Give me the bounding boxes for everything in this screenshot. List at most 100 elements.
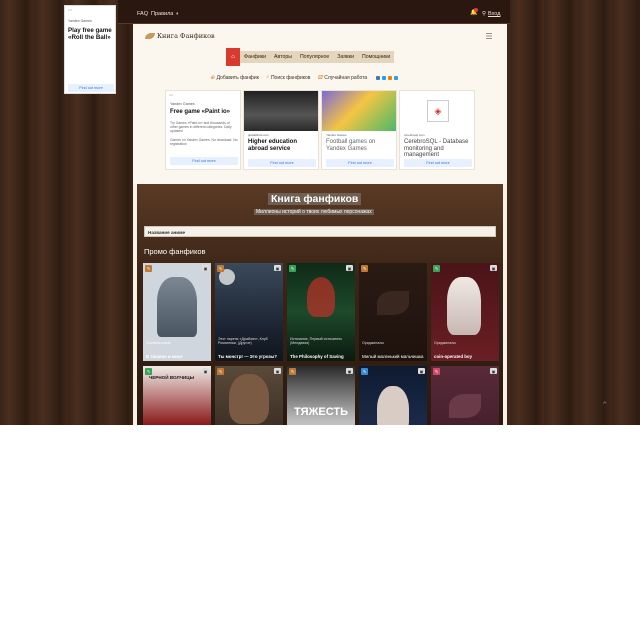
pencil-icon: ✎ xyxy=(289,368,296,375)
add-fanfic-link[interactable]: ⊕ Добавить фанфик xyxy=(210,74,259,81)
hero-section: Книга фанфиков Миллионы историй о твоих … xyxy=(137,184,503,425)
ad-desc: Try Games «Paint.io» and thousands of ot… xyxy=(170,121,232,133)
ad-title: CerebroSQL - Database monitoring and man… xyxy=(404,139,469,158)
camera-icon: ▣ xyxy=(346,265,353,271)
ad-source: Yandex Games xyxy=(326,133,347,137)
main-container: Книга Фанфиков ⌂ Фанфики Авторы Популярн… xyxy=(133,24,507,425)
faq-link[interactable]: FAQ xyxy=(137,11,148,17)
random-work-link[interactable]: ⚄ Случайная работа xyxy=(317,74,367,81)
camera-icon: ▣ xyxy=(346,368,353,374)
random-work-label: Случайная работа xyxy=(324,74,368,81)
fanfic-card[interactable]: ✎ ▣ Этот парень «Драйзин», Клуб Романтик… xyxy=(215,263,283,361)
search-fanfic-label: Поиск фанфиков xyxy=(270,74,311,81)
pencil-icon: ✎ xyxy=(361,368,368,375)
ad-brand: Yandex Games xyxy=(170,102,195,106)
ad-image xyxy=(244,91,318,131)
sub-nav: ⊕ Добавить фанфик ⌕ Поиск фанфиков ⚄ Случай… xyxy=(210,74,399,81)
fanfic-card[interactable]: ✎ Ориджиналы Милый маленький мальчишка xyxy=(359,263,427,361)
theme-toggle-icon[interactable]: ◐ xyxy=(176,11,179,17)
card-title: Милый маленький мальчишка xyxy=(362,354,424,359)
pencil-icon: ✎ xyxy=(145,265,152,272)
card-title: В тишине и мисе xyxy=(146,354,183,359)
rules-link[interactable]: Правила xyxy=(151,11,173,17)
ad-label: Ad xyxy=(169,93,173,97)
pencil-icon: ✎ xyxy=(217,265,224,272)
ad-image xyxy=(322,91,396,131)
card-cover-title: ЧЕРНОЙ ВОЛЧИЦЫ xyxy=(149,375,195,380)
ad-button[interactable]: Find out more xyxy=(248,159,316,167)
fanfic-card[interactable]: ✎ ▣ Оригинальные В тишине и мисе xyxy=(143,263,211,361)
ad-button[interactable]: Find out more xyxy=(326,159,394,167)
fanfic-card[interactable]: ✎ ▣ xyxy=(359,366,427,425)
login-link[interactable]: Вход xyxy=(488,11,500,17)
feather-watermark-icon xyxy=(449,394,481,418)
promo-grid: ✎ ▣ Оригинальные В тишине и мисе ✎ ▣ Это… xyxy=(143,263,499,425)
logo-text: Книга Фанфиков xyxy=(157,32,215,40)
nav-item-popular[interactable]: Популярное xyxy=(295,51,334,63)
nav-item-fanfics[interactable]: Фанфики xyxy=(240,51,271,63)
card-meta: Ориджиналы xyxy=(362,341,384,345)
search-fanfic-link[interactable]: ⌕ Поиск фанфиков xyxy=(266,74,311,81)
fanfic-card[interactable]: ✎ ▣ xyxy=(431,366,499,425)
camera-icon: ▣ xyxy=(490,368,497,374)
ad-higher-education[interactable]: globalfinds.com Higher education abroad … xyxy=(243,90,319,170)
promo-title: Промо фанфиков xyxy=(144,247,206,256)
ad-label: Ad xyxy=(68,8,72,12)
plus-icon: ⊕ xyxy=(210,74,215,81)
twitter-icon[interactable] xyxy=(382,75,387,80)
site-logo[interactable]: Книга Фанфиков xyxy=(145,32,215,40)
fanfic-card[interactable]: ТЯЖЕСТЬ ✎ ▣ xyxy=(287,366,355,425)
pencil-icon: ✎ xyxy=(217,368,224,375)
nav-item-authors[interactable]: Авторы xyxy=(270,51,296,63)
card-meta: Этот парень «Драйзин», Клуб Романтики, (… xyxy=(218,337,268,345)
notification-dot xyxy=(474,8,478,12)
side-ad-button[interactable]: Find out more xyxy=(68,84,114,92)
ad-football-games[interactable]: Yandex Games Football games on Yandex Ga… xyxy=(321,90,397,170)
scroll-to-top-icon[interactable]: ⌃ xyxy=(601,400,609,411)
side-ad-title: Play free game «Roll the Ball» xyxy=(68,27,112,41)
nav-item-requests[interactable]: Заявки xyxy=(333,51,358,63)
ad-cerebrosql[interactable]: ◈ cerebrosql.com CerebroSQL - Database m… xyxy=(399,90,475,170)
ad-title: Higher education abroad service xyxy=(248,139,298,152)
search-icon: ⌕ xyxy=(265,74,269,80)
card-cover-art xyxy=(157,277,197,337)
camera-icon: ▣ xyxy=(274,265,281,271)
card-cover-art xyxy=(307,277,335,317)
menu-icon[interactable] xyxy=(486,33,492,40)
ad-title: Football games on Yandex Games xyxy=(326,139,376,152)
ok-icon[interactable] xyxy=(388,75,393,80)
ad-source: cerebrosql.com xyxy=(404,133,425,137)
ad-button[interactable]: Find out more xyxy=(170,157,238,165)
hero-title: Книга фанфиков xyxy=(268,193,362,205)
side-ad-banner[interactable]: Ad Yandex Games Play free game «Roll the… xyxy=(64,5,116,94)
page-background: Ad Yandex Games Play free game «Roll the… xyxy=(0,0,640,425)
cerebrosql-logo-icon: ◈ xyxy=(427,100,449,122)
camera-icon: ▣ xyxy=(418,368,425,374)
nav-item-helpers[interactable]: Помощники xyxy=(357,51,395,63)
fanfic-card[interactable]: ЧЕРНОЙ ВОЛЧИЦЫ ✎ ▣ xyxy=(143,366,211,425)
anime-search-input[interactable]: Название аниме xyxy=(144,226,496,237)
card-title: Ты монстр! — Это угрозы? xyxy=(218,354,277,359)
camera-icon: ▣ xyxy=(490,265,497,271)
hero-subtitle: Миллионы историй о твоих любимых персона… xyxy=(254,209,374,215)
social-links xyxy=(376,74,399,81)
camera-icon: ▣ xyxy=(202,368,209,374)
ad-paint-io[interactable]: Ad Yandex Games Free game «Paint io» Try… xyxy=(165,90,241,170)
ad-title: Free game «Paint io» xyxy=(170,109,231,115)
telegram-icon[interactable] xyxy=(394,75,399,80)
ad-source: globalfinds.com xyxy=(248,133,269,137)
camera-icon: ▣ xyxy=(274,368,281,374)
fanfic-card[interactable]: ✎ ▣ Истязание, Первый истязатель (Мелдив… xyxy=(287,263,355,361)
pencil-icon: ✎ xyxy=(289,265,296,272)
fanfic-card[interactable]: ✎ ▣ Ориджиналы coin-operated boy xyxy=(431,263,499,361)
ad-image: ◈ xyxy=(400,91,474,131)
card-cover-art xyxy=(447,277,481,335)
pencil-icon: ✎ xyxy=(433,265,440,272)
user-icon: ⚲ xyxy=(482,11,487,17)
ad-button[interactable]: Find out more xyxy=(404,159,472,167)
home-icon[interactable]: ⌂ xyxy=(226,48,240,66)
fanfic-card[interactable]: ✎ ▣ xyxy=(215,366,283,425)
dice-icon: ⚄ xyxy=(317,74,323,81)
vk-icon[interactable] xyxy=(376,75,381,80)
ad-desc-2: Games on Yandex Games. No download. No r… xyxy=(170,138,238,146)
